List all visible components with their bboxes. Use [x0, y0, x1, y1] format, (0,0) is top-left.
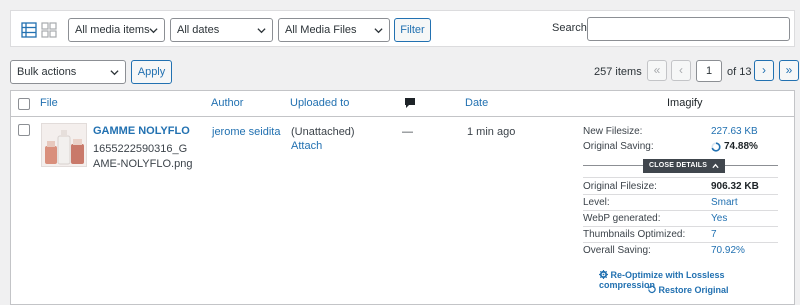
bulk-actions-select[interactable]: Bulk actions: [10, 60, 126, 84]
tablenav-top: Bulk actions Apply 257 items « ‹ 1 of 13…: [0, 58, 800, 88]
media-title-link[interactable]: GAMME NOLYFLO: [93, 125, 190, 137]
bulk-actions-value: Bulk actions: [17, 66, 77, 78]
gear-icon: [599, 270, 608, 279]
details-top-border: [583, 177, 778, 178]
comment-count: —: [402, 126, 413, 138]
next-page-button[interactable]: ›: [754, 60, 774, 81]
select-all-checkbox[interactable]: [18, 98, 30, 110]
saving-ring-icon: [711, 142, 721, 155]
close-details-label: CLOSE DETAILS: [649, 162, 708, 169]
column-uploaded-to[interactable]: Uploaded to: [290, 97, 349, 109]
level-value: Smart: [711, 197, 738, 208]
filter-button[interactable]: Filter: [394, 18, 431, 42]
search-label: Search: [552, 22, 587, 34]
dates-value: All dates: [177, 24, 220, 36]
new-filesize-value: 227.63 KB: [711, 126, 758, 137]
media-files-value: All Media Files: [285, 24, 357, 36]
list-view-icon[interactable]: [21, 22, 37, 38]
media-type-value: All media items: [75, 24, 150, 36]
chevron-down-icon: [110, 70, 119, 76]
grid-view-icon[interactable]: [41, 22, 57, 38]
row-divider: [583, 194, 778, 195]
restore-original-link[interactable]: Restore Original: [647, 285, 729, 295]
column-author[interactable]: Author: [211, 97, 243, 109]
original-filesize-label: Original Filesize:: [583, 181, 657, 192]
attach-link[interactable]: Attach: [291, 140, 322, 152]
level-label: Level:: [583, 197, 610, 208]
row-divider: [583, 226, 778, 227]
dates-select[interactable]: All dates: [170, 18, 273, 42]
apply-button[interactable]: Apply: [131, 60, 172, 84]
media-thumbnail[interactable]: [41, 123, 87, 167]
comment-bubble-icon: [404, 97, 416, 112]
uploaded-to-status: (Unattached): [291, 126, 355, 138]
column-date[interactable]: Date: [465, 97, 488, 109]
row-checkbox[interactable]: [18, 124, 30, 136]
media-table: File Author Uploaded to Date Imagify GAM…: [10, 90, 795, 305]
prev-page-button[interactable]: ‹: [671, 60, 691, 81]
chevron-down-icon: [374, 28, 383, 34]
webp-label: WebP generated:: [583, 213, 661, 224]
upload-date: 1 min ago: [467, 126, 516, 138]
search-input[interactable]: [587, 17, 790, 41]
column-file[interactable]: File: [40, 97, 58, 109]
author-link[interactable]: jerome seidita: [212, 126, 280, 138]
current-page-input[interactable]: 1: [696, 60, 722, 82]
thumbnails-value: 7: [711, 229, 717, 240]
media-files-select[interactable]: All Media Files: [278, 18, 390, 42]
first-page-button[interactable]: «: [647, 60, 667, 81]
chevron-down-icon: [149, 28, 158, 34]
original-saving-label: Original Saving:: [583, 141, 654, 152]
original-saving-value: 74.88%: [724, 141, 758, 152]
chevron-up-icon: [712, 163, 719, 169]
item-count: 257 items: [594, 66, 642, 78]
new-filesize-label: New Filesize:: [583, 126, 643, 137]
chevron-down-icon: [257, 28, 266, 34]
row-divider: [583, 242, 778, 243]
overall-saving-label: Overall Saving:: [583, 245, 651, 256]
column-imagify: Imagify: [667, 97, 703, 109]
restore-icon: [647, 285, 656, 294]
media-type-select[interactable]: All media items: [68, 18, 165, 42]
restore-label: Restore Original: [658, 285, 729, 295]
thumbnails-label: Thumbnails Optimized:: [583, 229, 686, 240]
original-filesize-value: 906.32 KB: [711, 181, 759, 192]
table-header: File Author Uploaded to Date Imagify: [11, 91, 794, 117]
close-details-button[interactable]: CLOSE DETAILS: [643, 159, 725, 173]
media-filename: 1655222590316_GAME-NOLYFLO.png: [93, 143, 193, 170]
webp-value: Yes: [711, 213, 728, 224]
last-page-button[interactable]: »: [779, 60, 799, 81]
table-row: GAMME NOLYFLO 1655222590316_GAME-NOLYFLO…: [11, 117, 794, 305]
media-filter-bar: All media items All dates All Media File…: [10, 10, 795, 47]
total-pages: of 13: [727, 66, 752, 78]
overall-saving-value: 70.92%: [711, 245, 745, 256]
row-divider: [583, 210, 778, 211]
